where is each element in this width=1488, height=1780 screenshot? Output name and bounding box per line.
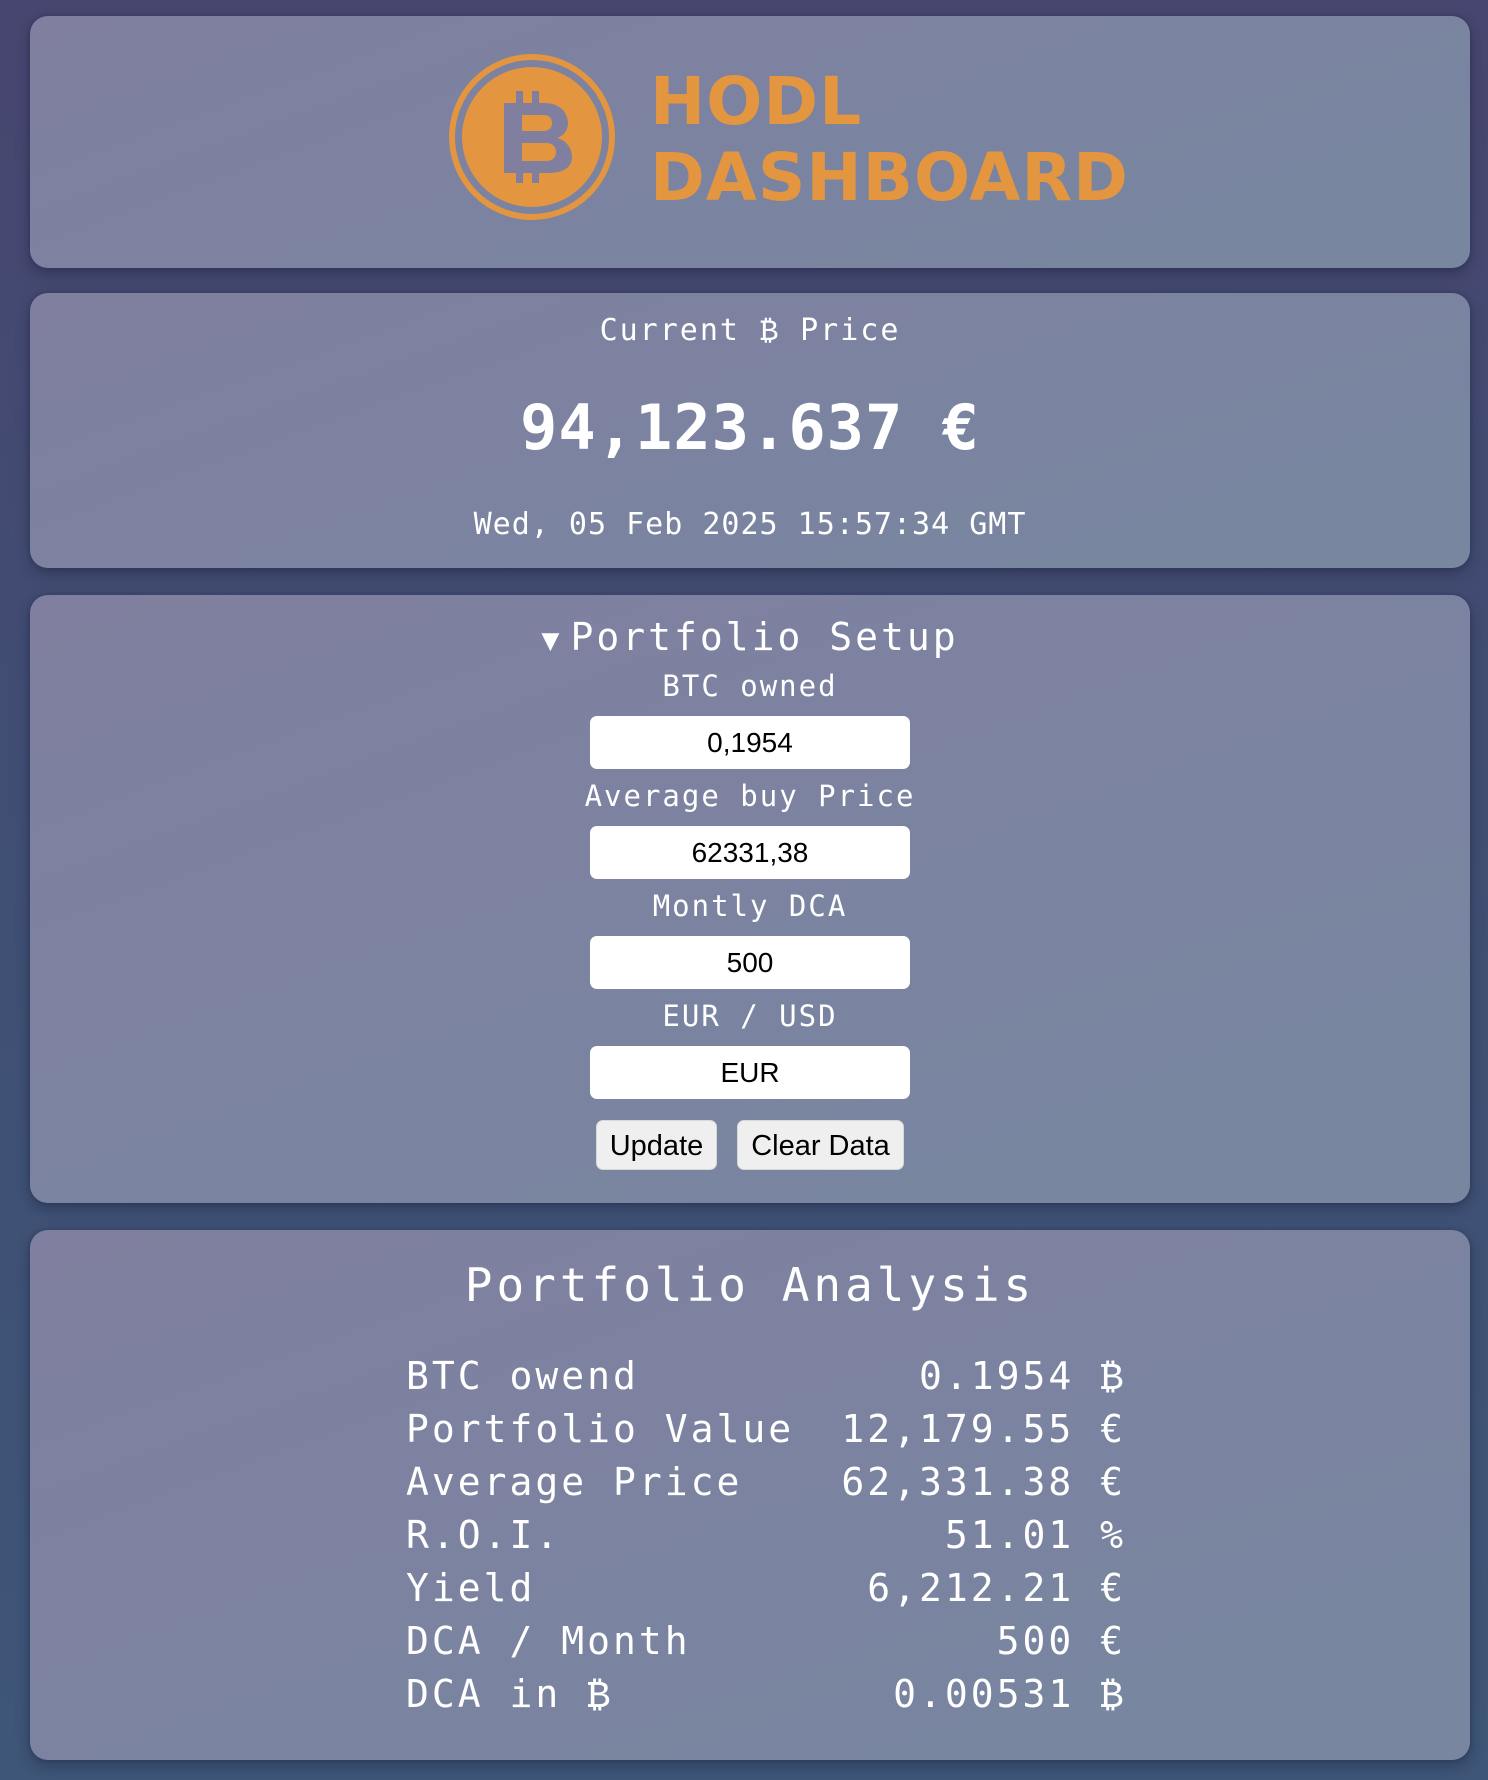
analysis-label: Average Price xyxy=(406,1460,743,1504)
monthly-dca-label: Montly DCA xyxy=(652,889,848,923)
logo-line-dashboard: DASHBOARD xyxy=(650,139,1129,216)
analysis-value: 0.00531 ₿ xyxy=(893,1672,1126,1716)
analysis-row-btc-owned: BTC owend 0.1954 ₿ xyxy=(406,1354,1126,1407)
portfolio-setup-title: Portfolio Setup xyxy=(570,615,959,659)
average-buy-price-input[interactable] xyxy=(590,826,910,879)
analysis-row-dca-btc: DCA in ₿ 0.00531 ₿ xyxy=(406,1672,1126,1725)
analysis-table: BTC owend 0.1954 ₿ Portfolio Value 12,17… xyxy=(406,1354,1126,1725)
update-button[interactable]: Update xyxy=(596,1120,717,1170)
average-buy-price-label: Average buy Price xyxy=(584,779,916,813)
analysis-row-roi: R.O.I. 51.01 % xyxy=(406,1513,1126,1566)
current-price-label: Current ₿ Price xyxy=(599,313,901,348)
analysis-value: 500 € xyxy=(996,1619,1126,1663)
logo-line-hodl: HODL xyxy=(650,63,863,140)
currency-label: EUR / USD xyxy=(662,999,838,1033)
analysis-value: 0.1954 ₿ xyxy=(919,1354,1126,1398)
logo-text: HODL DASHBOARD xyxy=(650,64,1129,216)
triangle-down-icon: ▼ xyxy=(541,623,563,658)
hodl-dashboard-logo: HODL DASHBOARD xyxy=(416,42,1128,222)
analysis-label: R.O.I. xyxy=(406,1513,562,1557)
analysis-label: Yield xyxy=(406,1566,536,1610)
analysis-value: 12,179.55 € xyxy=(841,1407,1126,1451)
header-card: HODL DASHBOARD xyxy=(30,16,1470,268)
current-price-value: 94,123.637 € xyxy=(520,391,980,464)
btc-owned-input[interactable] xyxy=(590,716,910,769)
analysis-row-portfolio-value: Portfolio Value 12,179.55 € xyxy=(406,1407,1126,1460)
price-timestamp: Wed, 05 Feb 2025 15:57:34 GMT xyxy=(473,507,1027,542)
monthly-dca-input[interactable] xyxy=(590,936,910,989)
analysis-row-yield: Yield 6,212.21 € xyxy=(406,1566,1126,1619)
analysis-label: DCA in ₿ xyxy=(406,1672,613,1716)
clear-data-button[interactable]: Clear Data xyxy=(737,1120,904,1170)
analysis-value: 62,331.38 € xyxy=(841,1460,1126,1504)
portfolio-setup-card: ▼Portfolio Setup BTC owned Average buy P… xyxy=(30,595,1470,1203)
analysis-label: Portfolio Value xyxy=(406,1407,795,1451)
analysis-label: BTC owend xyxy=(406,1354,639,1398)
analysis-row-average-price: Average Price 62,331.38 € xyxy=(406,1460,1126,1513)
btc-owned-label: BTC owned xyxy=(662,669,838,703)
portfolio-analysis-card: Portfolio Analysis BTC owend 0.1954 ₿ Po… xyxy=(30,1230,1470,1760)
bitcoin-coin-icon xyxy=(449,54,615,220)
analysis-row-dca-month: DCA / Month 500 € xyxy=(406,1619,1126,1672)
analysis-value: 51.01 % xyxy=(944,1513,1126,1557)
portfolio-setup-toggle[interactable]: ▼ Portfolio Setup xyxy=(30,615,1470,659)
portfolio-analysis-title: Portfolio Analysis xyxy=(464,1258,1036,1312)
price-card: Current ₿ Price 94,123.637 € Wed, 05 Feb… xyxy=(30,293,1470,568)
analysis-value: 6,212.21 € xyxy=(867,1566,1126,1610)
currency-select[interactable]: EUR xyxy=(590,1046,910,1099)
analysis-label: DCA / Month xyxy=(406,1619,691,1663)
